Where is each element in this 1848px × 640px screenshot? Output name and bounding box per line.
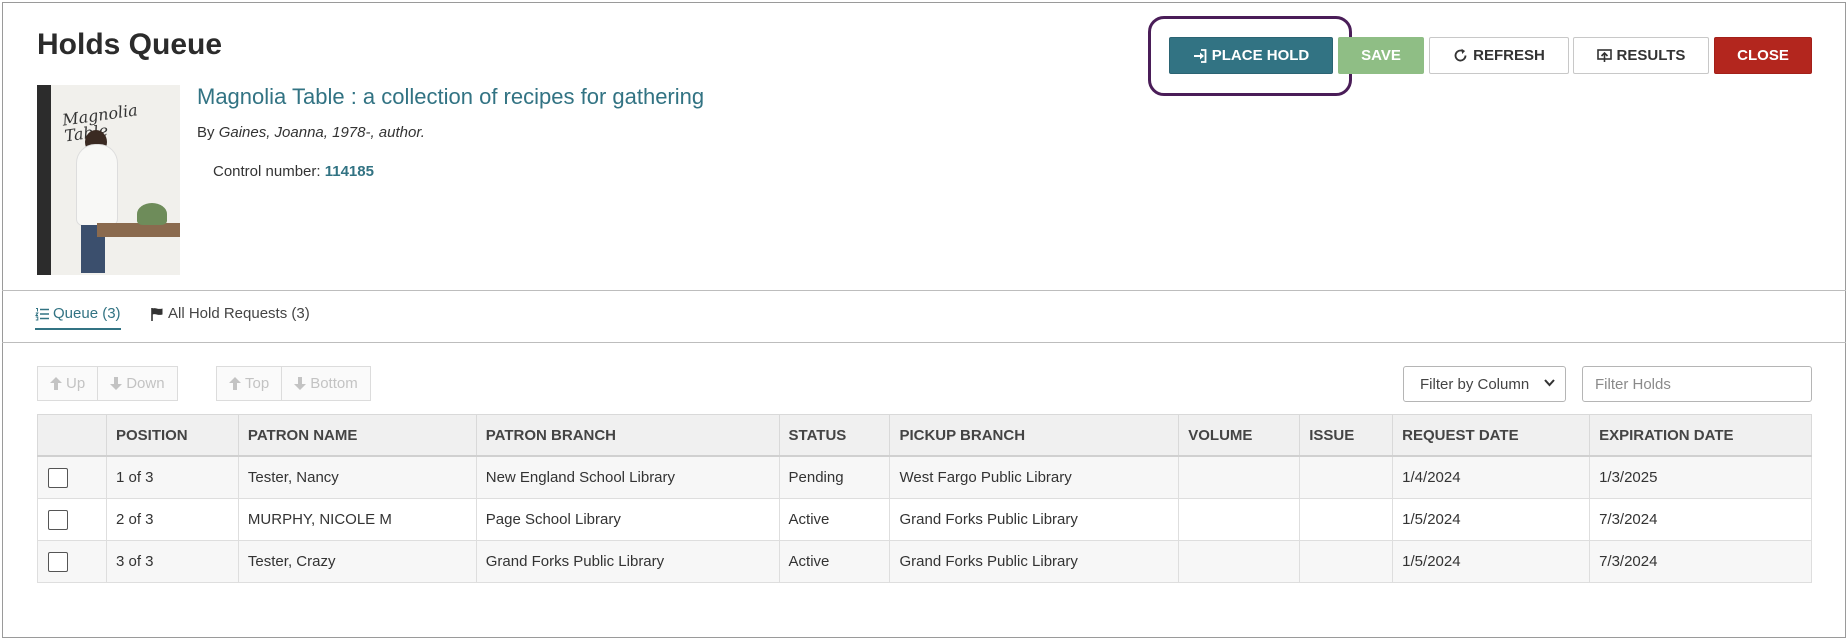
tab-queue-label: Queue (3) — [53, 305, 121, 322]
column-header-issue[interactable]: ISSUE — [1299, 414, 1394, 457]
move-down-button[interactable]: Down — [98, 366, 178, 401]
cell-volume — [1178, 455, 1301, 499]
column-header-patron-branch[interactable]: PATRON BRANCH — [475, 414, 780, 457]
cell-position: 3 of 3 — [105, 540, 239, 583]
cell-request-date: 1/5/2024 — [1392, 540, 1591, 583]
cell-expiration-date: 1/3/2025 — [1589, 455, 1812, 499]
table-row[interactable]: 1 of 3 Tester, Nancy New England School … — [37, 455, 1812, 499]
cell-pickup-branch: Grand Forks Public Library — [889, 498, 1180, 541]
cell-pickup-branch: West Fargo Public Library — [889, 455, 1180, 499]
cell-patron-branch: Page School Library — [475, 498, 780, 541]
cell-issue — [1299, 540, 1394, 583]
cell-position: 1 of 3 — [105, 455, 239, 499]
cell-patron-branch: Grand Forks Public Library — [475, 540, 780, 583]
move-up-label: Up — [66, 375, 86, 392]
column-header-expiration-date[interactable]: EXPIRATION DATE — [1589, 414, 1812, 457]
arrow-down-icon — [294, 377, 307, 390]
move-down-label: Down — [126, 375, 165, 392]
select-column-header — [37, 414, 107, 457]
tab-all-hold-requests[interactable]: All Hold Requests (3) — [150, 305, 310, 322]
column-header-status[interactable]: STATUS — [778, 414, 891, 457]
cell-status: Active — [778, 498, 891, 541]
cell-status: Active — [778, 540, 891, 583]
filter-holds-input[interactable] — [1582, 366, 1812, 402]
column-header-pickup-branch[interactable]: PICKUP BRANCH — [889, 414, 1180, 457]
holds-queue-table: POSITION PATRON NAME PATRON BRANCH STATU… — [37, 414, 1812, 583]
cell-status: Pending — [778, 455, 891, 499]
arrow-up-icon — [229, 377, 241, 390]
table-row[interactable]: 2 of 3 MURPHY, NICOLE M Page School Libr… — [37, 498, 1812, 541]
row-checkbox[interactable] — [48, 467, 68, 488]
cell-patron-name: Tester, Nancy — [237, 455, 477, 499]
author-name: Gaines, Joanna, 1978-, author. — [218, 124, 425, 141]
cell-expiration-date: 7/3/2024 — [1589, 540, 1812, 583]
column-header-patron-name[interactable]: PATRON NAME — [237, 414, 477, 457]
place-hold-button[interactable]: PLACE HOLD — [1169, 37, 1333, 74]
cell-patron-name: MURPHY, NICOLE M — [237, 498, 477, 541]
sign-in-icon — [1193, 48, 1207, 63]
cell-request-date: 1/4/2024 — [1392, 455, 1591, 499]
cell-issue — [1299, 455, 1394, 499]
divider — [2, 342, 1846, 343]
cell-issue — [1299, 498, 1394, 541]
cell-patron-branch: New England School Library — [475, 455, 780, 499]
row-checkbox[interactable] — [48, 509, 68, 530]
by-label: By — [197, 124, 215, 141]
cell-pickup-branch: Grand Forks Public Library — [889, 540, 1180, 583]
cover-title: Magnolia Table — [61, 100, 139, 146]
move-up-button[interactable]: Up — [37, 366, 99, 401]
tab-queue[interactable]: Queue (3) — [35, 305, 121, 330]
refresh-button[interactable]: REFRESH — [1429, 37, 1569, 74]
results-button[interactable]: RESULTS — [1573, 37, 1709, 74]
author-line: By Gaines, Joanna, 1978-, author. — [197, 124, 425, 141]
refresh-label: REFRESH — [1473, 47, 1545, 64]
flag-icon — [150, 307, 164, 321]
column-header-request-date[interactable]: REQUEST DATE — [1392, 414, 1591, 457]
record-title-link[interactable]: Magnolia Table : a collection of recipes… — [197, 84, 704, 110]
cell-expiration-date: 7/3/2024 — [1589, 498, 1812, 541]
filter-by-column-select[interactable]: Filter by Column — [1403, 366, 1566, 402]
save-label: SAVE — [1361, 47, 1401, 64]
arrow-down-icon — [110, 377, 123, 390]
save-button[interactable]: SAVE — [1338, 37, 1424, 74]
control-number-line: Control number: 114185 — [213, 163, 374, 180]
table-header-row: POSITION PATRON NAME PATRON BRANCH STATU… — [37, 414, 1812, 457]
move-top-bottom-group: Top Bottom — [216, 366, 371, 401]
close-button[interactable]: CLOSE — [1714, 37, 1812, 74]
column-header-volume[interactable]: VOLUME — [1178, 414, 1301, 457]
control-number-value: 114185 — [324, 163, 374, 180]
cell-request-date: 1/5/2024 — [1392, 498, 1591, 541]
table-row[interactable]: 3 of 3 Tester, Crazy Grand Forks Public … — [37, 540, 1812, 583]
column-header-position[interactable]: POSITION — [105, 414, 239, 457]
cell-volume — [1178, 498, 1301, 541]
close-label: CLOSE — [1737, 47, 1789, 64]
filter-by-column-value: Filter by Column — [1420, 375, 1530, 393]
place-hold-label: PLACE HOLD — [1211, 47, 1310, 64]
move-bottom-label: Bottom — [310, 375, 358, 392]
move-up-down-group: Up Down — [37, 366, 178, 401]
cell-patron-name: Tester, Crazy — [237, 540, 477, 583]
arrow-up-icon — [50, 377, 62, 390]
cell-volume — [1178, 540, 1301, 583]
control-number-label: Control number: — [213, 163, 321, 180]
list-ol-icon — [35, 307, 49, 321]
page-title: Holds Queue — [37, 28, 223, 61]
results-icon — [1596, 48, 1612, 63]
tab-all-hold-requests-label: All Hold Requests (3) — [168, 305, 310, 322]
row-checkbox[interactable] — [48, 551, 68, 572]
divider — [2, 290, 1846, 291]
move-top-label: Top — [245, 375, 270, 392]
book-cover-image: Magnolia Table — [37, 85, 180, 275]
move-top-button[interactable]: Top — [216, 366, 283, 401]
results-label: RESULTS — [1616, 47, 1686, 64]
move-bottom-button[interactable]: Bottom — [282, 366, 371, 401]
cell-position: 2 of 3 — [105, 498, 239, 541]
refresh-icon — [1453, 48, 1468, 63]
chevron-down-icon — [1544, 378, 1555, 390]
